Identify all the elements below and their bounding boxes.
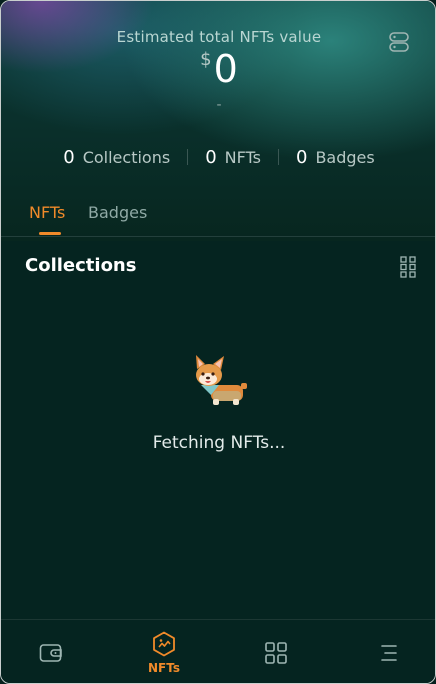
currency-symbol: $ [200,49,212,70]
stat-label: NFTs [224,147,261,167]
value-change: - [216,97,222,113]
collections-heading: Collections [25,255,137,276]
grid-view-icon[interactable] [400,256,416,278]
stat-count: 0 [63,146,75,168]
total-value-amount: 0 [213,47,238,91]
stat-count: 0 [205,146,217,168]
stat-badges: 0 Badges [279,147,392,168]
wallet-icon [39,644,62,662]
tab-nfts[interactable]: NFTs [29,203,65,222]
stat-count: 0 [296,146,308,168]
stat-collections: 0 Collections [46,147,187,168]
total-value: $0 [1,47,435,91]
nav-nfts[interactable]: NFTs [134,620,194,683]
tab-bar: NFTs Badges [1,198,435,237]
app-frame: Estimated total NFTs value $0 - 0 Collec… [0,0,436,684]
loading-message: Fetching NFTs... [152,433,286,453]
active-tab-indicator [39,232,61,235]
nft-icon [153,631,175,657]
apps-grid-icon [265,642,287,664]
nav-nfts-label: NFTs [148,661,180,675]
stat-nfts: 0 NFTs [188,147,278,168]
nav-menu[interactable] [359,620,419,683]
nav-apps[interactable] [247,620,307,683]
estimated-value-label: Estimated total NFTs value [116,28,322,46]
bottom-nav: NFTs [1,619,435,683]
menu-icon [381,645,397,661]
stat-label: Badges [315,147,375,167]
stats-bar: 0 Collections 0 NFTs 0 Badges [1,144,435,170]
nav-wallet[interactable] [21,620,81,683]
corgi-loading-illustration [189,351,253,415]
tab-badges[interactable]: Badges [88,203,147,222]
stat-label: Collections [82,147,171,167]
